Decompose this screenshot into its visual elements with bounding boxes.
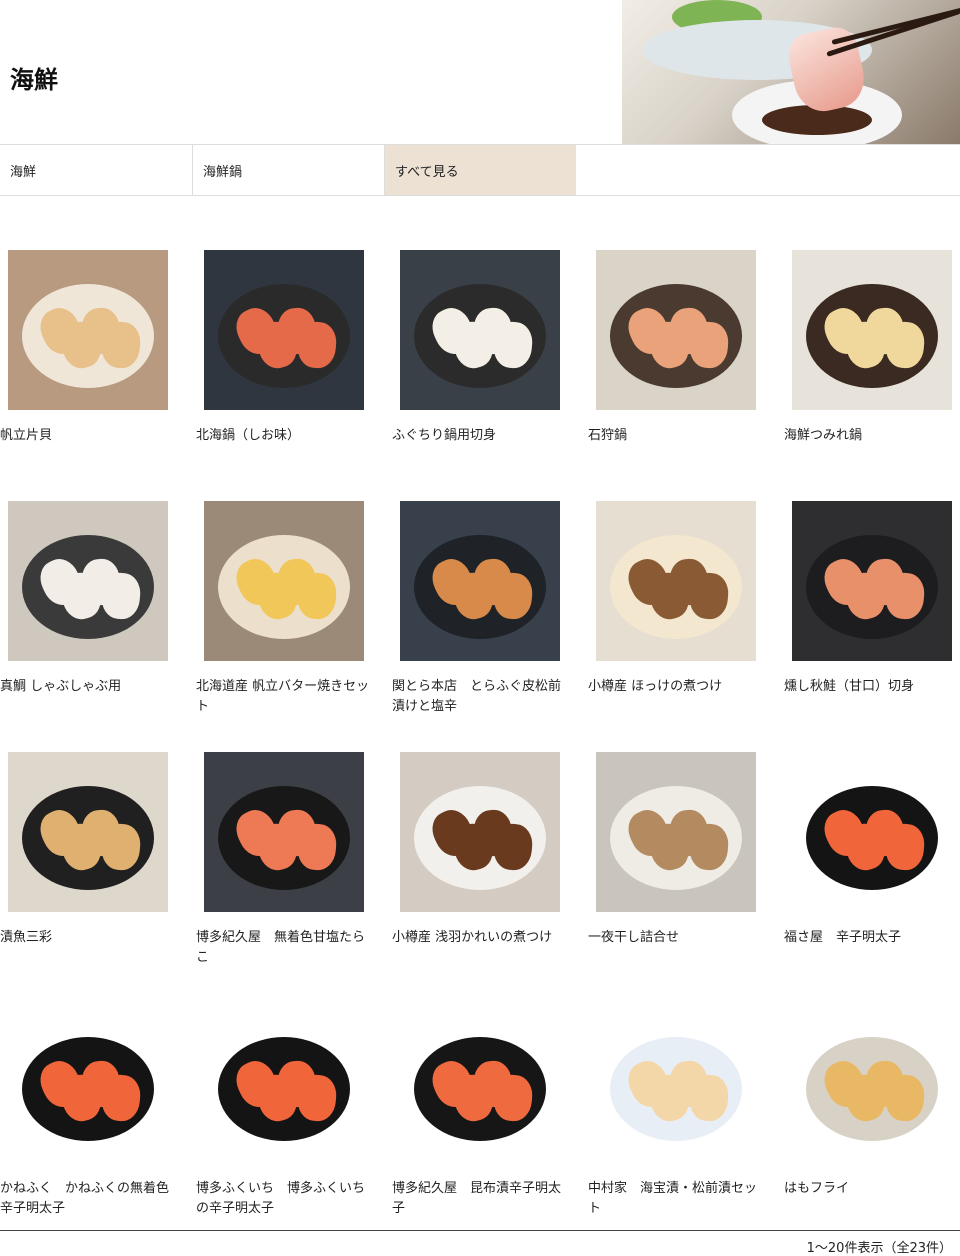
product-image[interactable] <box>8 752 168 912</box>
product-card[interactable]: 博多ふくいち 博多ふくいちの辛子明太子 <box>196 993 392 1233</box>
product-name[interactable]: 北海道産 帆立バター焼きセット <box>196 677 372 717</box>
product-card[interactable]: 小樽産 ほっけの煮つけ <box>588 491 784 731</box>
product-name[interactable]: はもフライ <box>784 1179 960 1199</box>
product-name[interactable]: 海鮮つみれ鍋 <box>784 426 960 446</box>
product-name[interactable]: 漬魚三彩 <box>0 928 176 948</box>
tab-label: 海鮮 <box>10 164 37 180</box>
product-card[interactable]: 燻し秋鮭（甘口）切身 <box>784 491 960 731</box>
pagination-bar: 1～20件表示（全23件） <box>0 1230 960 1256</box>
product-name[interactable]: 博多ふくいち 博多ふくいちの辛子明太子 <box>196 1179 372 1219</box>
product-card[interactable]: 石狩鍋 <box>588 240 784 480</box>
product-card[interactable]: 関とら本店 とらふぐ皮松前漬けと塩辛 <box>392 491 588 731</box>
category-hero-image <box>622 0 960 144</box>
product-name[interactable]: 福さ屋 辛子明太子 <box>784 928 960 948</box>
product-name[interactable]: 博多紀久屋 無着色甘塩たらこ <box>196 928 372 968</box>
product-card[interactable]: 北海鍋（しお味） <box>196 240 392 480</box>
product-name[interactable]: 帆立片貝 <box>0 426 176 446</box>
product-name[interactable]: 小樽産 浅羽かれいの煮つけ <box>392 928 568 948</box>
product-image[interactable] <box>8 501 168 661</box>
product-card[interactable]: はもフライ <box>784 993 960 1233</box>
tab-label: 海鮮鍋 <box>203 164 243 180</box>
product-image[interactable] <box>204 501 364 661</box>
tab-label: すべて見る <box>395 164 459 180</box>
result-count: 1～20件表示（全23件） <box>806 1241 952 1256</box>
product-image[interactable] <box>400 250 560 410</box>
product-card[interactable]: ふぐちり鍋用切身 <box>392 240 588 480</box>
product-card[interactable]: 小樽産 浅羽かれいの煮つけ <box>392 742 588 982</box>
product-image[interactable] <box>596 501 756 661</box>
product-name[interactable]: 博多紀久屋 昆布漬辛子明太子 <box>392 1179 568 1219</box>
product-image[interactable] <box>8 1003 168 1163</box>
category-tabs: 海鮮 海鮮鍋 すべて見る <box>0 144 960 196</box>
product-grid: 帆立片貝 北海鍋（しお味） ふぐちり鍋用切身 石狩鍋 海鮮つみれ鍋 真鯛 しゃぶ… <box>0 240 960 1233</box>
product-image[interactable] <box>400 1003 560 1163</box>
product-name[interactable]: 北海鍋（しお味） <box>196 426 372 446</box>
product-card[interactable]: 博多紀久屋 昆布漬辛子明太子 <box>392 993 588 1233</box>
product-image[interactable] <box>400 752 560 912</box>
product-name[interactable]: 燻し秋鮭（甘口）切身 <box>784 677 960 697</box>
tab-view-all[interactable]: すべて見る <box>384 145 576 195</box>
product-image[interactable] <box>792 501 952 661</box>
product-image[interactable] <box>596 1003 756 1163</box>
product-image[interactable] <box>792 752 952 912</box>
product-card[interactable]: 真鯛 しゃぶしゃぶ用 <box>0 491 196 731</box>
product-image[interactable] <box>596 250 756 410</box>
product-card[interactable]: 福さ屋 辛子明太子 <box>784 742 960 982</box>
product-name[interactable]: 関とら本店 とらふぐ皮松前漬けと塩辛 <box>392 677 568 717</box>
product-image[interactable] <box>792 250 952 410</box>
product-name[interactable]: 石狩鍋 <box>588 426 764 446</box>
product-image[interactable] <box>204 752 364 912</box>
product-name[interactable]: 小樽産 ほっけの煮つけ <box>588 677 764 697</box>
product-name[interactable]: 一夜干し詰合せ <box>588 928 764 948</box>
category-header: 海鮮 <box>0 0 960 144</box>
product-image[interactable] <box>400 501 560 661</box>
product-card[interactable]: 一夜干し詰合せ <box>588 742 784 982</box>
product-card[interactable]: 北海道産 帆立バター焼きセット <box>196 491 392 731</box>
product-card[interactable]: 中村家 海宝漬・松前漬セット <box>588 993 784 1233</box>
product-image[interactable] <box>8 250 168 410</box>
product-name[interactable]: ふぐちり鍋用切身 <box>392 426 568 446</box>
product-name[interactable]: 中村家 海宝漬・松前漬セット <box>588 1179 764 1219</box>
product-card[interactable]: 帆立片貝 <box>0 240 196 480</box>
tab-seafood-hotpot[interactable]: 海鮮鍋 <box>192 145 384 195</box>
tab-seafood[interactable]: 海鮮 <box>0 145 192 195</box>
page-title: 海鮮 <box>10 66 58 94</box>
product-image[interactable] <box>792 1003 952 1163</box>
product-card[interactable]: 海鮮つみれ鍋 <box>784 240 960 480</box>
product-image[interactable] <box>204 250 364 410</box>
product-card[interactable]: 漬魚三彩 <box>0 742 196 982</box>
product-image[interactable] <box>204 1003 364 1163</box>
product-image[interactable] <box>596 752 756 912</box>
product-card[interactable]: 博多紀久屋 無着色甘塩たらこ <box>196 742 392 982</box>
product-card[interactable]: かねふく かねふくの無着色辛子明太子 <box>0 993 196 1233</box>
product-name[interactable]: かねふく かねふくの無着色辛子明太子 <box>0 1179 176 1219</box>
product-name[interactable]: 真鯛 しゃぶしゃぶ用 <box>0 677 176 697</box>
